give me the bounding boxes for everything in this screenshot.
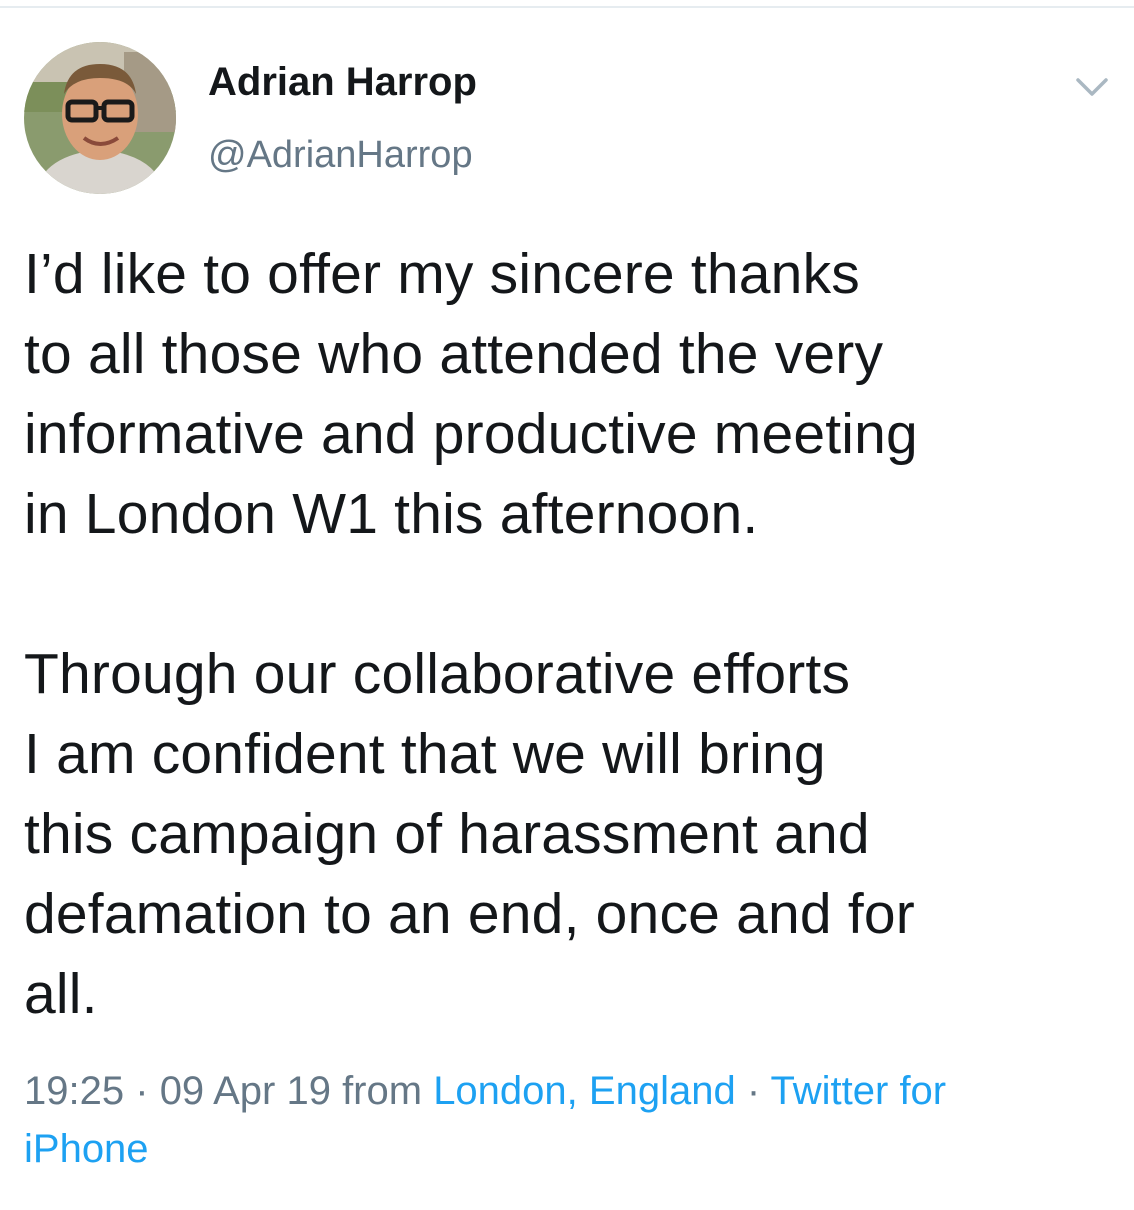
- tweet-card: Adrian Harrop @AdrianHarrop I’d like to …: [0, 0, 1134, 1210]
- tweet-time[interactable]: 19:25: [24, 1069, 124, 1113]
- avatar-photo-icon: [24, 42, 176, 194]
- source-link-continued[interactable]: iPhone: [24, 1127, 149, 1171]
- tweet-line: all.: [24, 962, 98, 1026]
- user-handle[interactable]: @AdrianHarrop: [208, 134, 473, 177]
- tweet-paragraph: I’d like to offer my sincere thanks to a…: [24, 234, 1114, 554]
- location-link[interactable]: London, England: [433, 1069, 736, 1113]
- meta-separator: ·: [135, 1069, 149, 1113]
- meta-separator: ·: [746, 1069, 761, 1113]
- tweet-line: defamation to an end, once and for: [24, 882, 915, 946]
- tweet-metadata: 19:25 · 09 Apr 19 from London, England ·…: [24, 1062, 1114, 1178]
- source-link[interactable]: Twitter for: [771, 1069, 947, 1113]
- chevron-down-icon[interactable]: [1072, 66, 1112, 106]
- tweet-paragraph: Through our collaborative efforts I am c…: [24, 634, 1114, 1034]
- tweet-date[interactable]: 09 Apr 19: [160, 1069, 331, 1113]
- tweet-header: Adrian Harrop @AdrianHarrop: [24, 40, 1114, 200]
- tweet-text: I’d like to offer my sincere thanks to a…: [24, 234, 1114, 1034]
- tweet-line: to all those who attended the very: [24, 322, 884, 386]
- tweet-line: this campaign of harassment and: [24, 802, 870, 866]
- from-label: from: [342, 1069, 423, 1113]
- display-name[interactable]: Adrian Harrop: [208, 60, 477, 105]
- tweet-line: informative and productive meeting: [24, 402, 918, 466]
- tweet-line: I am confident that we will bring: [24, 722, 826, 786]
- tweet-line: in London W1 this afternoon.: [24, 482, 759, 546]
- user-avatar[interactable]: [24, 42, 176, 194]
- tweet-line: I’d like to offer my sincere thanks: [24, 242, 860, 306]
- tweet-line: Through our collaborative efforts: [24, 642, 851, 706]
